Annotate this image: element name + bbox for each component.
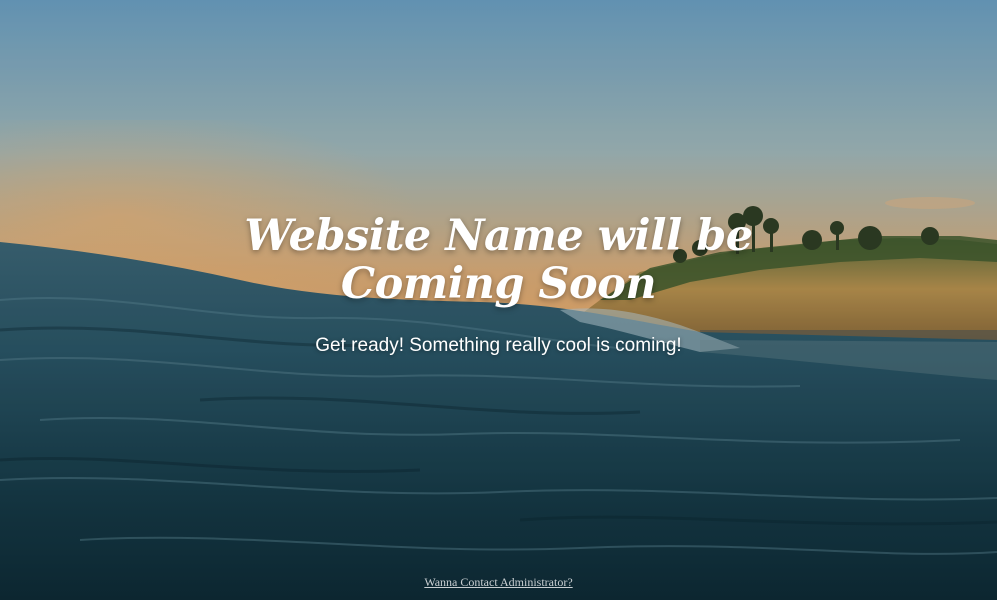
hero-subtitle: Get ready! Something really cool is comi… <box>315 335 682 356</box>
footer: Wanna Contact Administrator? <box>0 573 997 591</box>
contact-administrator-link[interactable]: Wanna Contact Administrator? <box>424 575 572 589</box>
hero-section: Website Name will be Coming Soon Get rea… <box>0 212 997 358</box>
page-title: Website Name will be Coming Soon <box>244 211 753 309</box>
